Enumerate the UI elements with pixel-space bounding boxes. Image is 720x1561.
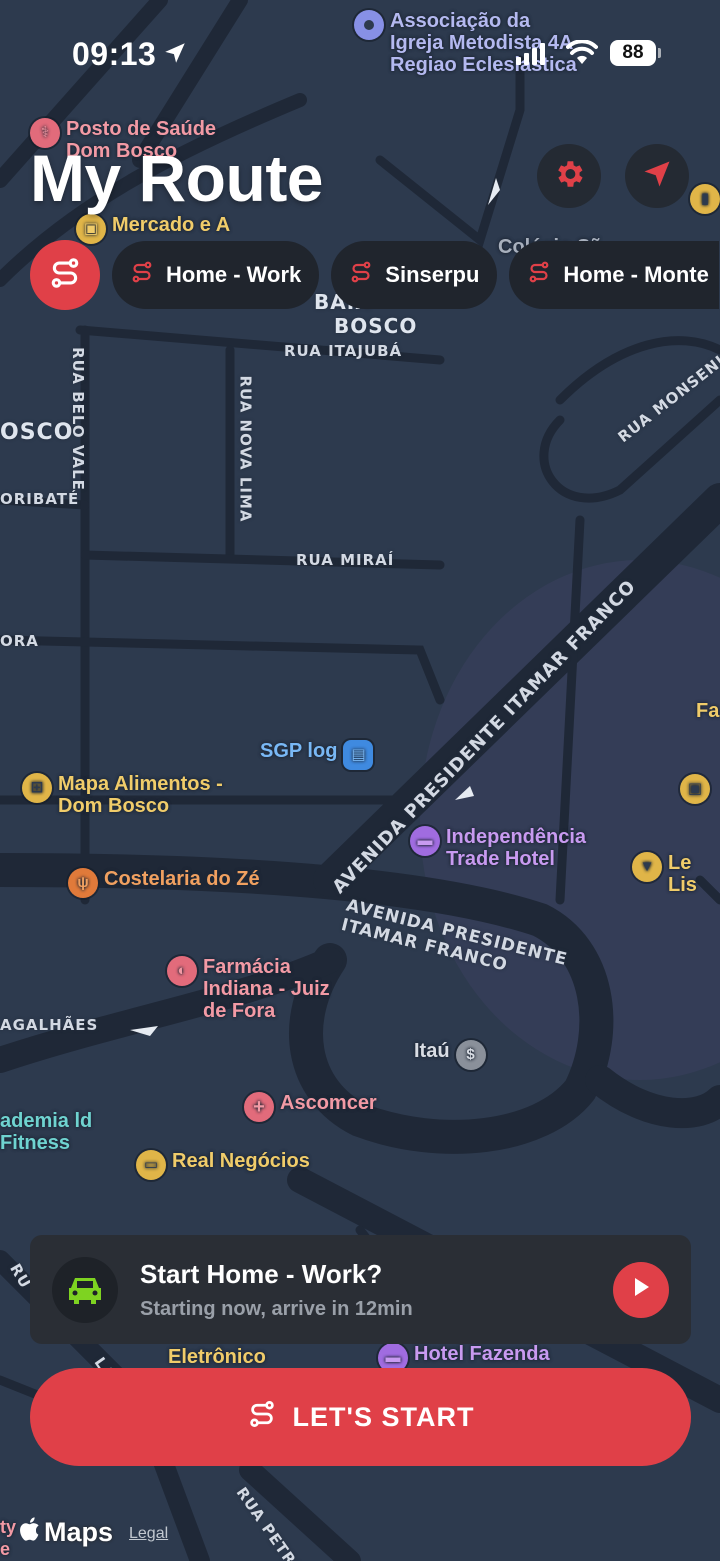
legal-link[interactable]: Legal	[129, 1525, 168, 1543]
poi-hotel-fazenda-label: Hotel Fazenda	[414, 1343, 550, 1365]
poi-costelaria-label: Costelaria do Zé	[104, 868, 260, 890]
car-dealer-icon: ▭	[136, 1150, 166, 1180]
poi-fa-label: Fa	[696, 700, 720, 722]
bank-icon: $	[455, 1040, 486, 1070]
poi-farmacia[interactable]: ◐ Farmácia Indiana - Juiz de Fora	[167, 956, 347, 1022]
location-arrow-icon	[162, 40, 188, 71]
street-mirai: RUA MIRAÍ	[296, 551, 395, 569]
route-chip-label: Home - Monte	[563, 262, 709, 287]
street-belo-vale: RUA BELO VALE	[68, 347, 87, 491]
lets-start-button[interactable]: LET'S START	[30, 1368, 691, 1466]
poi-eletronico-label: Eletrônico	[168, 1346, 266, 1368]
poi-costelaria[interactable]: ψ Costelaria do Zé	[68, 868, 260, 898]
route-icon	[527, 260, 551, 290]
poi-sgp-label: SGP log	[260, 740, 338, 762]
poi-ascomcer-label: Ascomcer	[280, 1092, 377, 1114]
route-chip-label: Sinserpu	[385, 262, 480, 287]
poi-mapa-label: Mapa Alimentos - Dom Bosco	[58, 773, 223, 817]
poi-briefcase[interactable]: ▣	[680, 774, 710, 804]
pill-icon: ◐	[167, 956, 197, 986]
poi-academia-label: ademia ld Fitness	[0, 1110, 93, 1154]
play-icon	[631, 1276, 651, 1303]
street-nova-lima: RUA NOVA LIMA	[236, 375, 255, 523]
wifi-icon	[566, 39, 598, 71]
route-icon	[48, 256, 82, 295]
route-suggestion-card[interactable]: Start Home - Work? Starting now, arrive …	[30, 1235, 691, 1344]
locate-button[interactable]	[625, 144, 689, 208]
poi-independencia-label: Independência Trade Hotel	[446, 826, 587, 870]
play-button[interactable]	[613, 1261, 669, 1318]
poi-academia[interactable]: ademia ld Fitness	[0, 1110, 110, 1154]
suggestion-title: Start Home - Work?	[140, 1258, 383, 1289]
poi-itau-label: Itaú	[414, 1040, 450, 1062]
poi-le-lis-label: Le Lis	[668, 852, 697, 896]
car-icon	[52, 1256, 118, 1323]
bed-icon: ▬	[410, 826, 440, 856]
routes-row: Home - Work Sinserpu Home - Monte	[30, 240, 720, 310]
route-icon	[130, 260, 154, 290]
route-chip-home-work[interactable]: Home - Work	[112, 241, 320, 309]
apple-icon	[20, 1516, 42, 1549]
poi-mapa[interactable]: ⊞ Mapa Alimentos - Dom Bosco	[22, 773, 262, 817]
route-chip-home-monte[interactable]: Home - Monte	[509, 241, 720, 309]
poi-real[interactable]: ▭ Real Negócios	[136, 1150, 310, 1180]
gear-icon	[552, 157, 586, 196]
maps-label: Maps	[44, 1517, 114, 1547]
route-chip-sinserpu[interactable]: Sinserpu	[331, 241, 498, 309]
street-oribate: ORIBATÉ	[0, 490, 80, 508]
fork-knife-icon: ψ	[68, 868, 98, 898]
street-itajuba: RUA ITAJUBÁ	[284, 342, 403, 360]
cellular-signal-icon	[516, 41, 545, 65]
shirt-icon: ▼	[632, 852, 662, 882]
route-icon	[247, 1399, 277, 1436]
poi-le-lis[interactable]: ▼ Le Lis	[632, 852, 720, 896]
navigation-arrow-icon	[642, 159, 672, 194]
apple-maps-logo: Maps	[20, 1516, 113, 1549]
poi-eletronico[interactable]: Eletrônico	[168, 1346, 266, 1368]
street-agalhaes: AGALHÃES	[0, 1016, 99, 1034]
poi-independencia[interactable]: ▬ Independência Trade Hotel	[410, 826, 610, 870]
bus-icon: ▤	[343, 740, 374, 770]
poi-sgp[interactable]: ▤ SGP log	[260, 740, 374, 770]
poi-mercado-label: Mercado e A	[112, 214, 231, 236]
route-icon	[349, 260, 373, 290]
status-bar: 09:13 88	[0, 30, 720, 76]
cart-icon: ⊞	[22, 773, 52, 803]
routes-button[interactable]	[30, 240, 100, 310]
suggestion-text: Start Home - Work? Starting now, arrive …	[140, 1259, 613, 1321]
suggestion-subtitle: Starting now, arrive in 12min	[140, 1297, 413, 1320]
battery-indicator: 88	[610, 40, 661, 66]
neighborhood-bosco: BOSCO	[334, 314, 418, 338]
settings-button[interactable]	[537, 144, 601, 208]
poi-bottle[interactable]: ▮	[690, 184, 720, 214]
route-chip-label: Home - Work	[166, 262, 302, 287]
lets-start-label: LET'S START	[292, 1401, 475, 1432]
poi-fa[interactable]: Fa	[696, 700, 719, 722]
poi-itau[interactable]: $ Itaú	[414, 1040, 486, 1070]
street-ora: ORA	[0, 632, 39, 650]
poi-farmacia-label: Farmácia Indiana - Juiz de Fora	[203, 956, 330, 1022]
poi-real-label: Real Negócios	[172, 1150, 310, 1172]
hospital-icon: +	[244, 1092, 274, 1122]
page-title: My Route	[30, 141, 324, 215]
briefcase-icon: ▣	[680, 774, 710, 804]
neighborhood-bosco-left: OSCO	[0, 420, 74, 445]
status-time: 09:13	[72, 36, 157, 72]
poi-ascomcer[interactable]: + Ascomcer	[244, 1092, 377, 1122]
bottle-icon: ▮	[690, 184, 720, 214]
